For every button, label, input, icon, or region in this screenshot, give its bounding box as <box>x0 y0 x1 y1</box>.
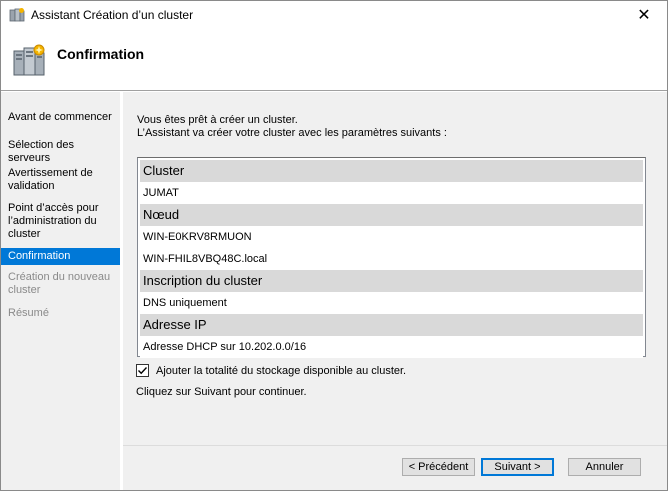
cancel-button[interactable]: Annuler <box>568 458 641 476</box>
cluster-name-value: JUMAT <box>140 182 643 204</box>
intro-text: Vous êtes prêt à créer un cluster. L’Ass… <box>137 114 447 140</box>
ip-section-header: Adresse IP <box>140 314 643 336</box>
node-value-2: WIN-FHIL8VBQ48C.local <box>140 248 643 270</box>
sidebar-item-select-servers[interactable]: Sélection des serveurs <box>1 139 120 165</box>
sidebar-item-label: Point d’accès pour l’administration du c… <box>8 202 99 240</box>
ip-address-value: Adresse DHCP sur 10.202.0.0/16 <box>140 336 643 358</box>
sidebar-item-access-point[interactable]: Point d’accès pour l’administration du c… <box>1 202 120 241</box>
sidebar-item-create-cluster: Création du nouveau cluster <box>1 271 120 297</box>
confirmation-summary-list[interactable]: Cluster JUMAT Nœud WIN-E0KRV8RMUON WIN-F… <box>137 157 646 358</box>
cluster-servers-icon <box>11 43 47 79</box>
sidebar-item-label: Confirmation <box>8 250 71 262</box>
continue-instruction: Cliquez sur Suivant pour continuer. <box>136 386 307 398</box>
cluster-section-header: Cluster <box>140 160 643 182</box>
title-bar[interactable]: Assistant Création d’un cluster ✕ <box>1 1 667 29</box>
sidebar-item-validation-warning[interactable]: Avertissement de validation <box>1 167 120 193</box>
add-storage-label: Ajouter la totalité du stockage disponib… <box>156 364 407 377</box>
wizard-content: Vous êtes prêt à créer un cluster. L’Ass… <box>123 92 667 490</box>
registration-value: DNS uniquement <box>140 292 643 314</box>
add-storage-checkbox[interactable] <box>136 364 149 377</box>
cluster-app-icon <box>9 7 25 23</box>
close-icon[interactable]: ✕ <box>621 1 667 29</box>
wizard-window: Assistant Création d’un cluster ✕ Confir… <box>0 0 668 491</box>
window-title: Assistant Création d’un cluster <box>31 8 194 22</box>
sidebar-item-label: Avant de commencer <box>8 111 112 123</box>
sidebar-item-summary: Résumé <box>1 307 120 320</box>
previous-button[interactable]: < Précédent <box>402 458 475 476</box>
sidebar-item-confirmation[interactable]: Confirmation <box>1 248 120 265</box>
sidebar-item-before-you-begin[interactable]: Avant de commencer <box>1 111 120 124</box>
registration-section-header: Inscription du cluster <box>140 270 643 292</box>
checkmark-icon <box>138 367 148 375</box>
sidebar-item-label: Création du nouveau cluster <box>8 271 111 296</box>
sidebar-item-label: Avertissement de validation <box>8 167 93 192</box>
node-section-header: Nœud <box>140 204 643 226</box>
node-value-1: WIN-E0KRV8RMUON <box>140 226 643 248</box>
page-title: Confirmation <box>57 46 145 62</box>
wizard-header: Confirmation <box>1 29 667 91</box>
add-storage-option[interactable]: Ajouter la totalité du stockage disponib… <box>136 364 406 377</box>
wizard-steps-sidebar: Avant de commencer Sélection des serveur… <box>1 92 120 490</box>
intro-line-2: L’Assistant va créer votre cluster avec … <box>137 127 447 139</box>
sidebar-item-label: Résumé <box>8 307 49 319</box>
intro-line-1: Vous êtes prêt à créer un cluster. <box>137 114 298 126</box>
next-button[interactable]: Suivant > <box>481 458 554 476</box>
sidebar-item-label: Sélection des serveurs <box>8 139 75 164</box>
